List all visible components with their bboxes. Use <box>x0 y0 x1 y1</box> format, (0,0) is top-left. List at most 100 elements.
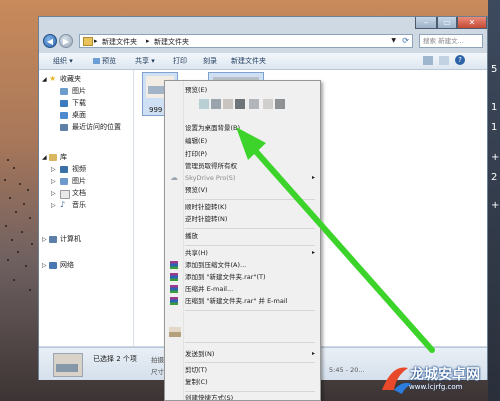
star-icon: ★ <box>49 74 57 83</box>
pictures-icon <box>60 88 68 95</box>
menu-item-copy[interactable]: 复制(C) <box>165 377 320 387</box>
expand-icon[interactable]: ▷ <box>42 260 47 271</box>
selection-thumbnail <box>53 353 83 377</box>
menu-item-label: 添加到 "新建文件夹.rar"(T) <box>185 273 266 281</box>
menu-item-share[interactable]: 共享(H) ▸ <box>165 248 320 258</box>
address-dropdown-icon[interactable]: ▼ <box>391 37 396 44</box>
burn-button[interactable]: 刻录 <box>203 56 217 66</box>
menu-item-label: 预览(V) <box>185 186 208 194</box>
nav-label: 最近访问的位置 <box>72 123 121 131</box>
organize-menu[interactable]: 组织 ▾ <box>53 56 73 66</box>
menu-item-print[interactable]: 打印(P) <box>165 149 320 159</box>
breadcrumb-segment[interactable]: 新建文件夹 <box>154 37 189 47</box>
menu-item-edit[interactable]: 编辑(E) <box>165 136 320 146</box>
view-options-icon[interactable] <box>423 56 433 65</box>
expand-icon[interactable]: ◢ <box>42 152 47 163</box>
nav-item-lib-pictures[interactable]: ▷ 图片 <box>39 176 133 187</box>
menu-item-add-to-rar[interactable]: 添加到 "新建文件夹.rar"(T) <box>165 272 320 282</box>
preview-button[interactable]: 预览 <box>93 56 116 66</box>
nav-item-downloads[interactable]: 下载 <box>39 98 133 109</box>
nav-label: 音乐 <box>72 201 86 209</box>
expand-icon[interactable]: ◢ <box>42 74 47 85</box>
nav-item-desktop[interactable]: 桌面 <box>39 110 133 121</box>
menu-item-label: 共享(H) <box>185 249 208 257</box>
desktop-glyph: + <box>491 152 500 163</box>
expand-icon[interactable]: ▷ <box>51 188 56 199</box>
menu-item-label: 顺时针旋转(K) <box>185 203 227 211</box>
thumbnail-landscape <box>56 364 78 372</box>
nav-item-pictures[interactable]: 图片 <box>39 86 133 97</box>
context-menu: 预览(E) 设置为桌面背景(B) 编辑(E) 打印(P) 管理员取得所有权 ☁ … <box>164 80 321 401</box>
winrar-icon <box>170 273 178 281</box>
menu-item-rotate-clockwise[interactable]: 顺时针旋转(K) <box>165 202 320 212</box>
dimensions-label: 尺寸 <box>151 368 164 376</box>
menu-item-label: 管理员取得所有权 <box>185 162 237 170</box>
nav-libraries[interactable]: ◢ 库 <box>39 152 133 163</box>
title-bar[interactable]: – ▭ ✕ <box>39 17 487 31</box>
menu-item-skydrive[interactable]: ☁ SkyDrive Pro(S) ▸ <box>165 173 320 183</box>
expand-icon[interactable]: ▷ <box>51 200 56 211</box>
menu-item-add-to-archive[interactable]: 添加到压缩文件(A)... <box>165 260 320 270</box>
winrar-icon <box>170 285 178 293</box>
nav-favorites[interactable]: ◢ ★ 收藏夹 <box>39 74 133 85</box>
menu-item-label: 复制(C) <box>185 378 208 386</box>
pictures-icon <box>60 178 68 185</box>
refresh-icon[interactable]: ⟳ <box>402 36 409 45</box>
menu-item-compress-rar-email[interactable]: 压缩到 "新建文件夹.rar" 并 E-mail <box>165 296 320 306</box>
nav-item-videos[interactable]: ▷ 视频 <box>39 164 133 175</box>
menu-separator <box>185 342 315 343</box>
cloud-icon: ☁ <box>170 173 178 182</box>
expand-icon[interactable]: ▷ <box>42 234 47 245</box>
menu-item-play[interactable]: 播放 <box>165 231 320 241</box>
nav-label: 收藏夹 <box>60 75 81 83</box>
forward-button[interactable]: ▶ <box>59 34 73 48</box>
menu-item-send-to[interactable]: 发送到(N) ▸ <box>165 349 320 359</box>
nav-network[interactable]: ▷ 网络 <box>39 260 133 271</box>
nav-item-music[interactable]: ▷ ♪ 音乐 <box>39 200 133 211</box>
new-folder-button[interactable]: 新建文件夹 <box>231 56 266 66</box>
help-icon[interactable]: ? <box>455 55 465 65</box>
maximize-button[interactable]: ▭ <box>437 17 457 29</box>
menu-item-label: 剪切(T) <box>185 366 208 374</box>
nav-item-documents[interactable]: ▷ 文档 <box>39 188 133 199</box>
menu-item-label: 打印(P) <box>185 150 207 158</box>
menu-item-preview[interactable]: 预览(E) <box>165 85 320 95</box>
menu-item-set-wallpaper[interactable]: 设置为桌面背景(B) <box>165 123 320 133</box>
music-icon: ♪ <box>60 200 66 209</box>
share-menu[interactable]: 共享 ▾ <box>135 56 155 66</box>
nav-label: 文档 <box>72 189 86 197</box>
breadcrumb-separator: ▸ <box>146 37 150 45</box>
close-button[interactable]: ✕ <box>457 17 487 29</box>
expand-icon[interactable]: ▷ <box>51 176 56 187</box>
nav-computer[interactable]: ▷ 计算机 <box>39 234 133 245</box>
minimize-button[interactable]: – <box>415 17 437 29</box>
preview-pane-icon[interactable] <box>439 56 449 65</box>
menu-item-cut[interactable]: 剪切(T) <box>165 365 320 375</box>
menu-item-preview-v[interactable]: 预览(V) <box>165 185 320 195</box>
expand-icon[interactable]: ▷ <box>51 164 56 175</box>
desktop-glyph: 1 <box>491 122 498 133</box>
submenu-arrow-icon: ▸ <box>311 174 315 181</box>
downloads-icon <box>60 100 68 107</box>
address-row: ◀ ▶ ▸ 新建文件夹 ▸ 新建文件夹 ▼ ⟳ 搜索 新建文... <box>39 32 487 52</box>
menu-item-take-ownership[interactable]: 管理员取得所有权 <box>165 161 320 171</box>
breadcrumb-segment[interactable]: 新建文件夹 <box>102 37 137 47</box>
nav-item-recent[interactable]: 最近访问的位置 <box>39 122 133 133</box>
desktop-glyph: + <box>491 200 500 211</box>
nav-label: 下载 <box>72 99 86 107</box>
search-input[interactable]: 搜索 新建文... <box>419 34 483 48</box>
watermark-url: www.lcjrfg.com <box>409 383 463 391</box>
library-icon <box>49 154 57 161</box>
print-button[interactable]: 打印 <box>173 56 187 66</box>
menu-item-rotate-counterclockwise[interactable]: 逆时针旋转(N) <box>165 214 320 224</box>
menu-separator <box>185 391 315 392</box>
submenu-arrow-icon: ▸ <box>311 249 315 256</box>
desktop-glyph: 5 <box>491 64 498 75</box>
menu-separator <box>185 310 315 311</box>
menu-item-compress-email[interactable]: 压缩并 E-mail... <box>165 284 320 294</box>
address-bar[interactable]: ▸ 新建文件夹 ▸ 新建文件夹 ▼ ⟳ <box>79 34 413 48</box>
breadcrumb-separator: ▸ <box>94 37 98 45</box>
back-button[interactable]: ◀ <box>43 34 57 48</box>
blurred-menu-row <box>199 98 317 110</box>
menu-item-create-shortcut[interactable]: 创建快捷方式(S) <box>165 393 320 400</box>
